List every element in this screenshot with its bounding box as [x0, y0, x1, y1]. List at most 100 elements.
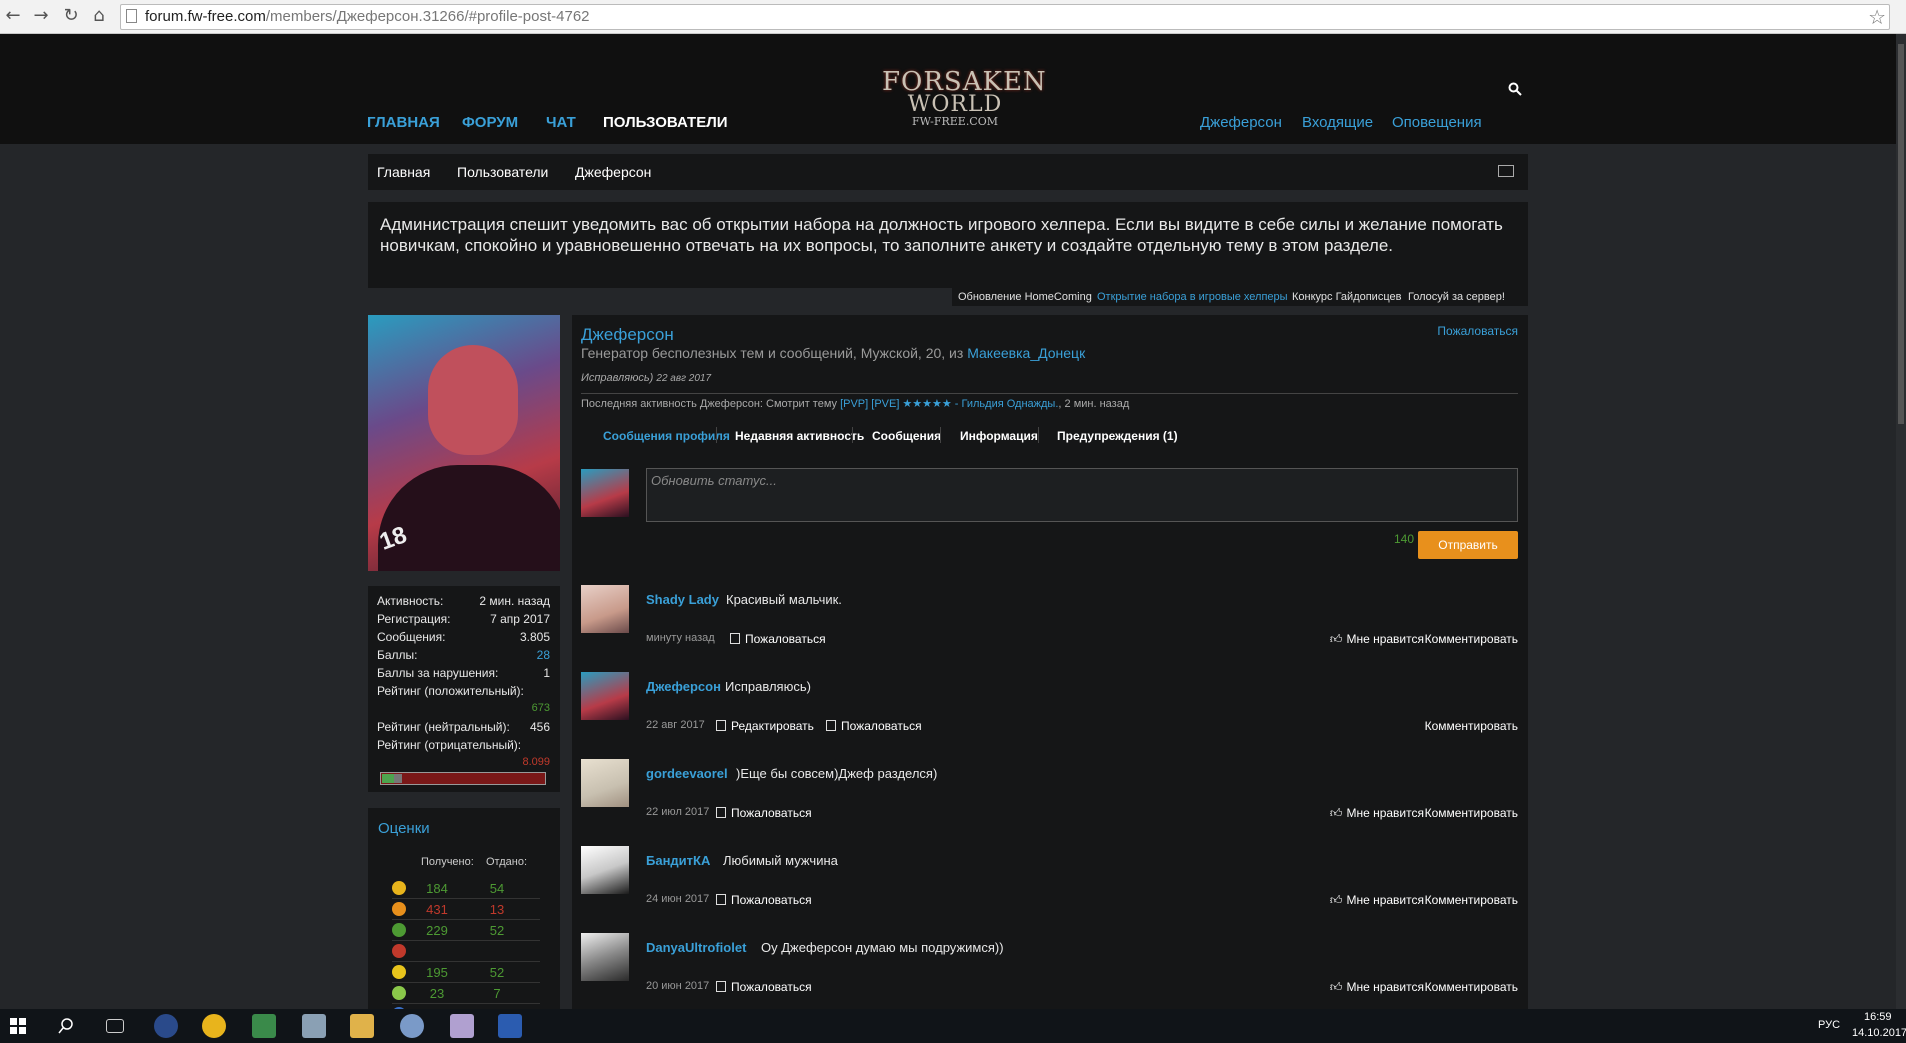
like-button[interactable]: 👍︎ Мне нравится — [1330, 980, 1424, 995]
nav-forum[interactable]: ФОРУМ — [462, 114, 518, 131]
post-text: Красивый мальчик. — [726, 592, 842, 607]
clock-time[interactable]: 16:59 — [1864, 1011, 1892, 1023]
post-author[interactable]: Shady Lady — [646, 592, 719, 607]
ratings-given-header: Отдано: — [486, 856, 528, 868]
nav-alerts[interactable]: Оповещения — [1392, 114, 1482, 131]
post-date[interactable]: 20 июн 2017 — [646, 980, 709, 992]
rating-received[interactable]: 184 — [414, 881, 460, 896]
comment-link[interactable]: Комментировать — [1425, 806, 1518, 820]
profile-location-link[interactable]: Макеевка_Донецк — [967, 345, 1085, 361]
ratings-title[interactable]: Оценки — [378, 820, 430, 837]
rating-received[interactable]: 431 — [414, 902, 460, 917]
app-taskbar-icon[interactable] — [252, 1014, 276, 1038]
post-author[interactable]: gordeevaorel — [646, 766, 728, 781]
windows-start-icon[interactable] — [10, 1018, 26, 1034]
rating-given[interactable]: 13 — [474, 902, 520, 917]
back-icon[interactable]: ← — [2, 5, 24, 27]
bookmark-star-icon[interactable]: ☆ — [1868, 5, 1886, 29]
tab-information[interactable]: Информация — [960, 429, 1038, 443]
tab-recent-activity[interactable]: Недавняя активность — [735, 429, 864, 443]
report-profile-link[interactable]: Пожаловаться — [1437, 324, 1518, 338]
post-text: Исправляюсь) — [725, 679, 811, 694]
report-post-link[interactable]: Пожаловаться — [716, 806, 812, 820]
crumb-users[interactable]: Пользователи — [457, 164, 548, 180]
post-author[interactable]: DanyaUltrofiolet — [646, 940, 746, 955]
rating-given[interactable]: 54 — [474, 881, 520, 896]
chrome-taskbar-icon[interactable] — [154, 1014, 178, 1038]
window-menu-icon[interactable] — [1498, 165, 1514, 177]
post-avatar[interactable] — [581, 672, 629, 720]
comment-link[interactable]: Комментировать — [1425, 719, 1518, 733]
profile-name[interactable]: Джеферсон — [581, 325, 674, 345]
report-post-link[interactable]: Пожаловаться — [716, 893, 812, 907]
report-post-link[interactable]: Пожаловаться — [730, 632, 826, 646]
report-post-link[interactable]: Пожаловаться — [716, 980, 812, 994]
like-button[interactable]: 👍︎ Мне нравится — [1330, 632, 1424, 647]
tab-warnings[interactable]: Предупреждения (1) — [1057, 429, 1178, 443]
scrollbar-thumb[interactable] — [1898, 44, 1904, 424]
app-taskbar-icon[interactable] — [202, 1014, 226, 1038]
post-action-label: Пожаловаться — [731, 980, 812, 994]
nav-users[interactable]: ПОЛЬЗОВАТЕЛИ — [603, 114, 728, 131]
post-avatar[interactable] — [581, 759, 629, 807]
comment-link[interactable]: Комментировать — [1425, 632, 1518, 646]
post-avatar[interactable] — [581, 846, 629, 894]
app-taskbar-icon[interactable] — [302, 1014, 326, 1038]
post-author[interactable]: Джеферсон — [646, 679, 721, 694]
tab-profile-posts[interactable]: Сообщения профиля — [603, 429, 730, 443]
home-icon[interactable]: ⌂ — [88, 5, 110, 27]
post-date[interactable]: 22 июл 2017 — [646, 806, 709, 818]
post-date[interactable]: 24 июн 2017 — [646, 893, 709, 905]
post-avatar[interactable] — [581, 585, 629, 633]
like-button[interactable]: 👍︎ Мне нравится — [1330, 806, 1424, 821]
send-status-button[interactable]: Отправить — [1418, 531, 1518, 559]
logo-line1: FORSAKEN — [882, 67, 1047, 97]
ticker-item[interactable]: Обновление HomeComing — [958, 288, 1092, 306]
like-button[interactable]: 👍︎ Мне нравится — [1330, 893, 1424, 908]
comment-link[interactable]: Комментировать — [1425, 980, 1518, 994]
address-bar[interactable]: forum.fw-free.com/members/Джеферсон.3126… — [120, 4, 1890, 30]
app-taskbar-icon[interactable] — [400, 1014, 424, 1038]
app-taskbar-icon[interactable] — [450, 1014, 474, 1038]
report-post-link[interactable]: Пожаловаться — [826, 719, 922, 733]
post-date[interactable]: 22 авг 2017 — [646, 719, 705, 731]
rating-given[interactable]: 52 — [474, 965, 520, 980]
word-taskbar-icon[interactable] — [498, 1014, 522, 1038]
crumb-profile[interactable]: Джеферсон — [575, 164, 651, 180]
comment-link[interactable]: Комментировать — [1425, 893, 1518, 907]
last-activity-thread-link[interactable]: [PVP] [PVE] ★★★★★ - Гильдия Однажды. — [840, 398, 1058, 410]
post-avatar[interactable] — [581, 933, 629, 981]
avatar-figure — [378, 465, 560, 571]
reload-icon[interactable]: ↻ — [60, 5, 82, 27]
nav-inbox[interactable]: Входящие — [1302, 114, 1373, 131]
rating-given[interactable]: 7 — [474, 986, 520, 1001]
tab-messages[interactable]: Сообщения — [872, 429, 941, 443]
rating-received[interactable]: 195 — [414, 965, 460, 980]
forward-icon[interactable]: → — [30, 5, 52, 27]
crumb-home[interactable]: Главная — [377, 164, 430, 180]
clock-date[interactable]: 14.10.2017 — [1852, 1027, 1906, 1039]
ticker-item[interactable]: Открытие набора в игровые хелперы — [1097, 288, 1288, 306]
rating-received[interactable]: 229 — [414, 923, 460, 938]
site-logo[interactable]: FORSAKEN WORLD FW-FREE.COM — [882, 67, 1047, 142]
language-indicator[interactable]: РУС — [1818, 1019, 1840, 1031]
rating-given[interactable]: 52 — [474, 923, 520, 938]
edit-post-link[interactable]: Редактировать — [716, 719, 814, 733]
current-user-avatar[interactable] — [581, 469, 629, 517]
post-author[interactable]: БандитКА — [646, 853, 710, 868]
folder-taskbar-icon[interactable] — [350, 1014, 374, 1038]
profile-avatar[interactable]: 18 — [368, 315, 560, 571]
nav-username[interactable]: Джеферсон — [1200, 114, 1282, 131]
search-icon[interactable] — [1508, 82, 1522, 96]
ticker-item[interactable]: Конкурс Гайдописцев — [1292, 288, 1401, 306]
ticker-item[interactable]: Голосуй за сервер! — [1408, 288, 1505, 306]
nav-chat[interactable]: ЧАТ — [546, 114, 576, 131]
nav-home[interactable]: ГЛАВНАЯ — [367, 114, 440, 131]
rating-received[interactable]: 23 — [414, 986, 460, 1001]
task-view-icon[interactable] — [106, 1019, 124, 1033]
page-scrollbar[interactable] — [1896, 34, 1906, 1009]
search-taskbar-icon[interactable] — [58, 1018, 74, 1034]
status-update-input[interactable]: Обновить статус... — [646, 468, 1518, 522]
stat-value[interactable]: 28 — [537, 648, 550, 662]
post-date[interactable]: минуту назад — [646, 632, 715, 644]
